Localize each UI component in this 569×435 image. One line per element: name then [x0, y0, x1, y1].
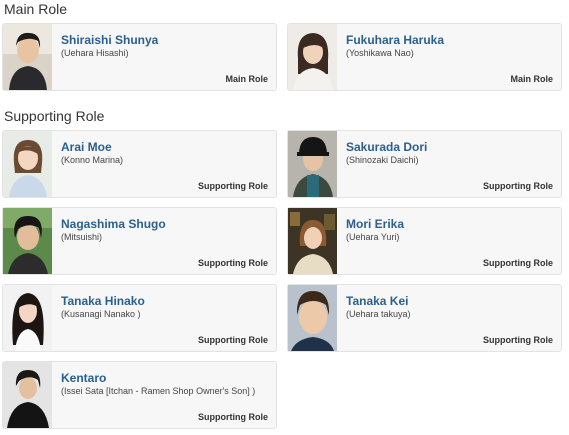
character-name: (Uehara Hisashi) — [61, 48, 129, 58]
actor-photo[interactable] — [288, 285, 337, 351]
role-label: Supporting Role — [198, 335, 268, 345]
cast-card-fukuhara-haruka[interactable]: Fukuhara Haruka (Yoshikawa Nao) Main Rol… — [287, 23, 562, 91]
cast-card-shiraishi-shunya[interactable]: Shiraishi Shunya (Uehara Hisashi) Main R… — [2, 23, 277, 91]
role-label: Supporting Role — [198, 181, 268, 191]
actor-name-link[interactable]: Mori Erika — [346, 217, 404, 231]
role-label: Supporting Role — [483, 258, 553, 268]
character-name: (Konno Marina) — [61, 155, 124, 165]
role-label: Main Role — [510, 74, 553, 84]
actor-photo[interactable] — [288, 131, 337, 197]
role-label: Main Role — [225, 74, 268, 84]
section-title-main-role: Main Role — [4, 1, 68, 17]
actor-photo[interactable] — [3, 208, 52, 274]
character-name: (Issei Sata [Itchan - Ramen Shop Owner's… — [61, 386, 256, 396]
actor-name-link[interactable]: Arai Moe — [61, 140, 112, 154]
role-label: Supporting Role — [483, 181, 553, 191]
cast-card-sakurada-dori[interactable]: Sakurada Dori (Shinozaki Daichi) Support… — [287, 130, 562, 198]
cast-card-tanaka-kei[interactable]: Tanaka Kei (Uehara takuya) Supporting Ro… — [287, 284, 562, 352]
cast-card-arai-moe[interactable]: Arai Moe (Konno Marina) Supporting Role — [2, 130, 277, 198]
cast-card-kentaro[interactable]: Kentaro (Issei Sata [Itchan - Ramen Shop… — [2, 361, 277, 429]
actor-photo[interactable] — [3, 285, 52, 351]
character-name: (Kusanagi Nanako ) — [61, 309, 141, 319]
actor-photo[interactable] — [3, 24, 52, 90]
actor-name-link[interactable]: Sakurada Dori — [346, 140, 427, 154]
character-name: (Mitsuishi) — [61, 232, 103, 242]
role-label: Supporting Role — [198, 258, 268, 268]
actor-name-link[interactable]: Kentaro — [61, 371, 106, 385]
actor-photo[interactable] — [288, 208, 337, 274]
character-name: (Shinozaki Daichi) — [346, 155, 419, 165]
actor-name-link[interactable]: Tanaka Kei — [346, 294, 408, 308]
role-label: Supporting Role — [483, 335, 553, 345]
actor-photo[interactable] — [3, 131, 52, 197]
actor-photo[interactable] — [288, 24, 337, 90]
actor-name-link[interactable]: Fukuhara Haruka — [346, 33, 444, 47]
actor-photo[interactable] — [3, 362, 52, 428]
section-title-supporting-role: Supporting Role — [4, 108, 105, 124]
cast-card-nagashima-shugo[interactable]: Nagashima Shugo (Mitsuishi) Supporting R… — [2, 207, 277, 275]
character-name: (Yoshikawa Nao) — [346, 48, 414, 58]
cast-card-tanaka-hinako[interactable]: Tanaka Hinako (Kusanagi Nanako ) Support… — [2, 284, 277, 352]
cast-card-mori-erika[interactable]: Mori Erika (Uehara Yuri) Supporting Role — [287, 207, 562, 275]
actor-name-link[interactable]: Tanaka Hinako — [61, 294, 145, 308]
actor-name-link[interactable]: Shiraishi Shunya — [61, 33, 158, 47]
character-name: (Uehara takuya) — [346, 309, 411, 319]
role-label: Supporting Role — [198, 412, 268, 422]
character-name: (Uehara Yuri) — [346, 232, 400, 242]
actor-name-link[interactable]: Nagashima Shugo — [61, 217, 166, 231]
